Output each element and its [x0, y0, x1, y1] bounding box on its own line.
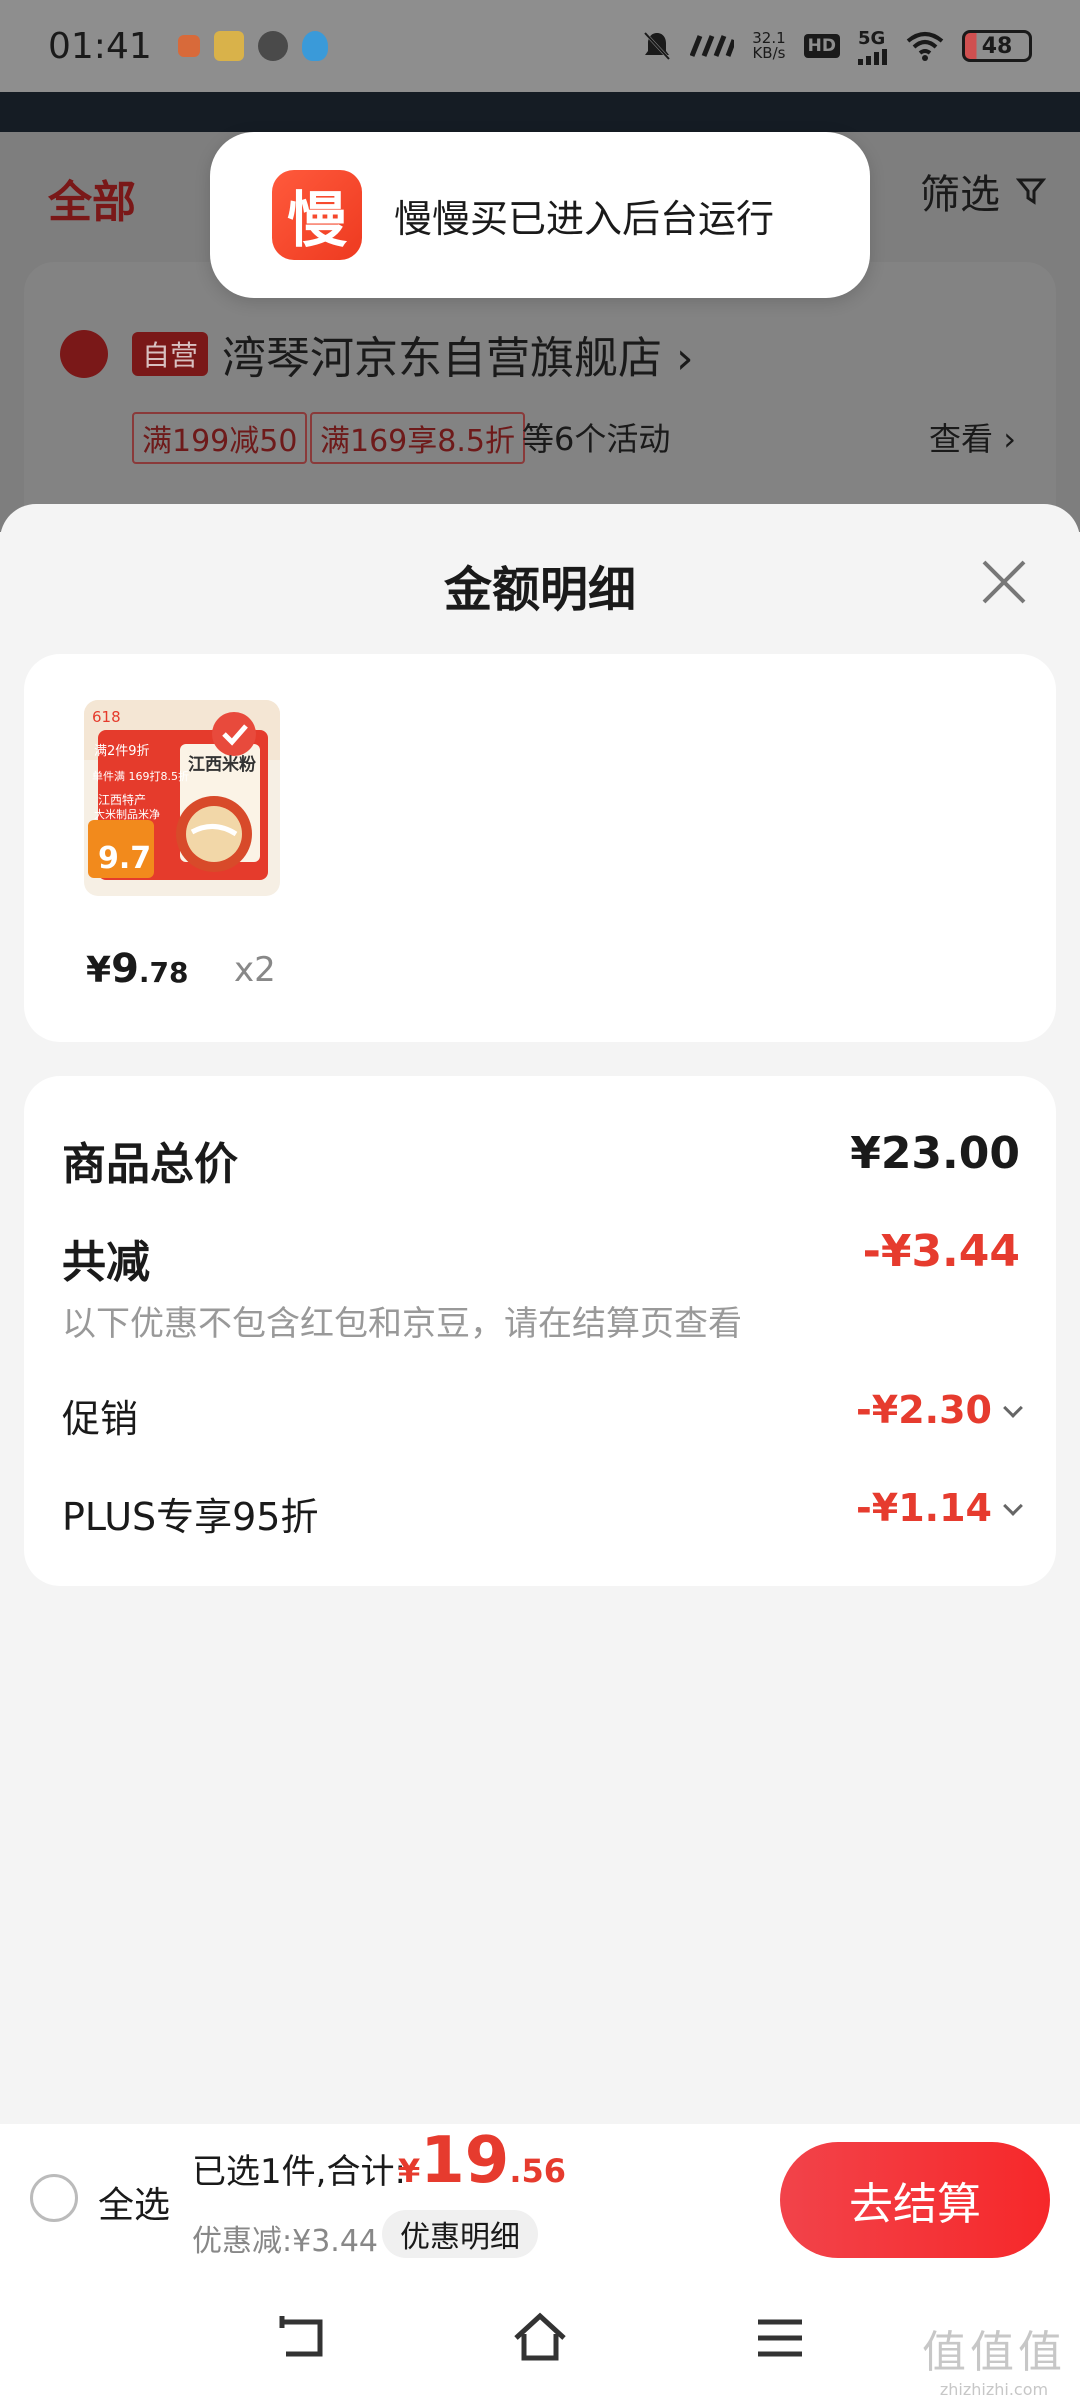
home-icon[interactable]	[510, 2308, 570, 2368]
wifi-icon	[906, 32, 944, 61]
product-promo-mid-text: 单件满 169打8.5折	[92, 769, 189, 783]
amount-detail-sheet: 金额明细 618 满2件9折 单件满 169打8.5折 江西特产 大米制品米净 …	[0, 504, 1080, 2124]
net-speed: 32.1 KB/s	[752, 29, 786, 62]
promo-tag-1: 满199减50	[132, 412, 308, 464]
status-bar: 01:41 32.1 KB/s HD 5G 48	[0, 0, 1080, 92]
select-all-label[interactable]: 全选	[98, 2176, 170, 2228]
product-origin-text: 江西特产	[98, 792, 146, 807]
filter-icon	[1016, 178, 1046, 205]
product-desc-text: 大米制品米净	[94, 807, 160, 821]
manmanmai-app-icon: 慢	[272, 170, 362, 260]
status-right: 32.1 KB/s HD 5G 48	[642, 28, 1032, 65]
product-promo-top-text: 满2件9折	[94, 744, 150, 759]
close-icon[interactable]	[976, 554, 1032, 610]
app-yellow-icon	[213, 31, 244, 61]
filter-button[interactable]: 筛选	[920, 162, 1046, 220]
store-name-link[interactable]: 湾琴河京东自营旗舰店 ›	[222, 322, 694, 386]
battery-icon: 48	[962, 30, 1032, 62]
promo-more: 等6个活动	[522, 420, 671, 458]
view-promos-link[interactable]: 查看 ›	[929, 414, 1016, 460]
total-price: ¥19.56	[398, 2124, 567, 2198]
product-price-badge-text: 9.7	[98, 841, 151, 876]
items-card: 618 满2件9折 单件满 169打8.5折 江西特产 大米制品米净 江西米粉 …	[24, 654, 1056, 1042]
mute-icon	[644, 31, 671, 61]
product-badge-text: 618	[92, 708, 121, 726]
signal-lines-icon	[690, 35, 735, 57]
tab-all[interactable]: 全部	[48, 166, 136, 230]
hd-badge: HD	[803, 34, 840, 58]
plus-discount-value-toggle[interactable]: -¥1.14	[856, 1486, 1023, 1530]
system-nav-bar: 值值值 zhizhizhi.com	[0, 2276, 1080, 2400]
toast-text: 慢慢买已进入后台运行	[394, 196, 775, 241]
product-price: ¥9.78	[86, 946, 189, 992]
product-image[interactable]: 618 满2件9折 单件满 169打8.5折 江西特产 大米制品米净 江西米粉 …	[84, 700, 280, 896]
goods-total-label: 商品总价	[62, 1139, 238, 1190]
selected-count-text: 已选1件,合计:	[192, 2152, 406, 2192]
totals-card: 商品总价 ¥23.00 共减 -¥3.44 以下优惠不包含红包和京豆，请在结算页…	[24, 1076, 1056, 1586]
self-operated-tag: 自营	[132, 332, 209, 376]
promo-label: 促销	[62, 1397, 139, 1441]
app-zhi-icon	[257, 31, 288, 61]
total-reduced-value: -¥3.44	[862, 1226, 1020, 1277]
qq-icon	[301, 31, 328, 61]
chevron-down-icon	[1003, 1398, 1023, 1418]
product-title-text: 江西米粉	[188, 754, 256, 775]
promo-value-toggle[interactable]: -¥2.30	[856, 1388, 1023, 1432]
chevron-down-icon	[1003, 1496, 1023, 1516]
discount-summary: 优惠减:¥3.44	[192, 2224, 378, 2259]
store-checkbox[interactable]	[60, 330, 108, 378]
signal-icon: 5G	[858, 28, 888, 65]
product-quantity: x2	[234, 950, 276, 990]
status-app-icons	[177, 31, 328, 61]
promo-tag-2: 满169享8.5折	[310, 412, 525, 464]
checkout-bar: 全选 已选1件,合计: ¥19.56 优惠减:¥3.44 优惠明细 去结算	[0, 2124, 1080, 2276]
discount-detail-button[interactable]: 优惠明细	[382, 2210, 538, 2258]
watermark: 值值值 zhizhizhi.com	[922, 2327, 1066, 2399]
discount-note: 以下优惠不包含红包和京豆，请在结算页查看	[62, 1304, 742, 1344]
goods-total-value: ¥23.00	[850, 1128, 1020, 1179]
background-run-toast: 慢 慢慢买已进入后台运行	[210, 132, 870, 298]
plus-discount-label: PLUS专享95折	[62, 1495, 319, 1539]
sheet-title: 金额明细	[443, 562, 636, 618]
total-reduced-label: 共减	[62, 1237, 150, 1288]
checkout-button[interactable]: 去结算	[780, 2142, 1050, 2258]
back-icon[interactable]	[272, 2308, 332, 2368]
app-header-strip	[0, 92, 1080, 132]
notification-orange-icon	[177, 35, 200, 57]
status-time: 01:41	[48, 25, 152, 67]
menu-icon[interactable]	[750, 2308, 810, 2368]
select-all-radio[interactable]	[30, 2174, 78, 2222]
